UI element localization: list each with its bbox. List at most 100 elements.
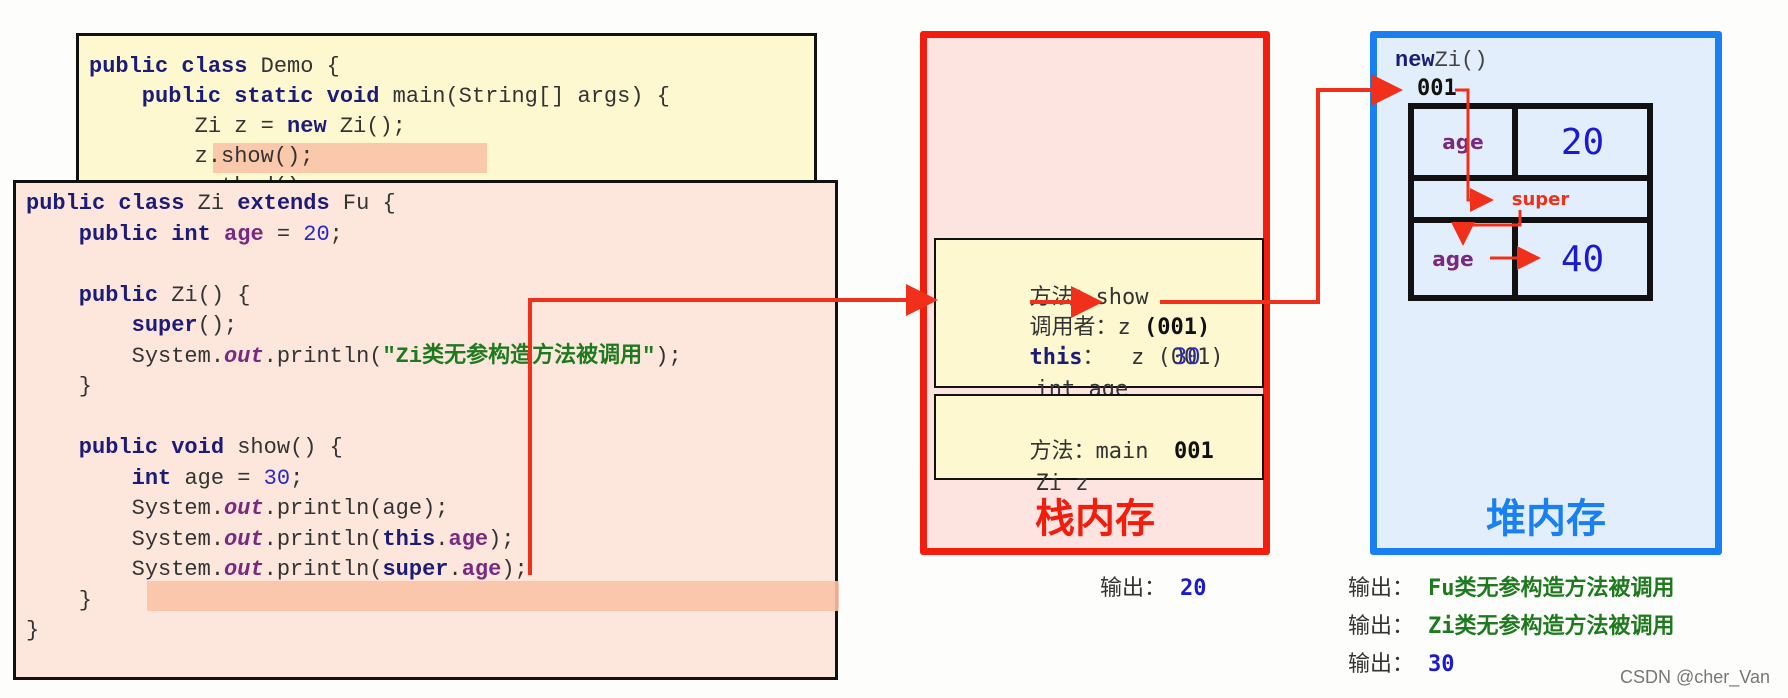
code-token: } [26, 374, 93, 399]
code-token: Zi [197, 191, 238, 216]
code-token: .println( [263, 526, 383, 552]
code-token: = [263, 221, 304, 247]
code-token: (); [197, 313, 238, 338]
code-line: Zi z = new Zi(); [89, 112, 406, 142]
method-name: main [1095, 439, 1149, 464]
code-token: } [26, 618, 40, 643]
fu-field-name-cell: age [1414, 223, 1518, 295]
heap-memory-panel: newZi() 001 age 20 super age 40 堆内存 [1370, 31, 1722, 555]
output-line: 输出： Zi类无参构造方法被调用 [1348, 610, 1675, 644]
code-token: ; [290, 465, 304, 491]
super-region-cell: super [1414, 181, 1647, 217]
code-line: } [26, 586, 92, 616]
code-token: } [26, 587, 93, 613]
code-line: public class Zi extends Fu { [26, 189, 396, 219]
code-token: public static void [89, 84, 393, 109]
code-token: out [224, 526, 264, 552]
code-token: super [382, 557, 449, 582]
output-label: 输出： [1348, 576, 1428, 601]
output-line: 输出： 20 [1100, 572, 1207, 606]
super-label: super [1511, 188, 1570, 210]
code-token: this [382, 526, 436, 552]
object-address: 001 [1417, 76, 1457, 101]
code-token: out [224, 496, 264, 521]
watermark: CSDN @cher_Van [1620, 667, 1770, 687]
code-token: Zi(); [339, 114, 406, 139]
zi-field-name-cell: age [1414, 109, 1518, 175]
code-token: . [448, 557, 462, 582]
object-header: newZi() [1395, 48, 1487, 73]
code-token: ); [501, 557, 528, 582]
code-line: System.out.println("Zi类无参构造方法被调用"); [26, 342, 682, 372]
code-token: public class [89, 54, 261, 79]
local-var-value: 001 [1174, 439, 1214, 464]
code-token: Demo { [260, 54, 340, 79]
stack-frame-show: 方法：show 调用者：z (001) this： z (001) int ag… [934, 238, 1264, 402]
code-token: System. [26, 496, 225, 521]
code-token: System. [26, 526, 225, 552]
code-token: Zi() { [171, 282, 251, 308]
code-token: age [448, 526, 489, 552]
zi-age-value: 20 [1560, 121, 1605, 163]
code-line: int age = 30; [26, 464, 304, 494]
code-line: public void show() { [26, 433, 343, 463]
code-token: .println( [263, 343, 383, 369]
stack-memory-panel: 方法：show 调用者：z (001) this： z (001) int ag… [920, 31, 1270, 555]
code-line: public Zi() { [26, 281, 251, 311]
output-value: 30 [1428, 652, 1455, 677]
output-label: 输出： [1348, 614, 1428, 639]
zi-class-code-panel: public class Zi extends Fu { public int … [13, 180, 839, 680]
output-line: 输出： Fu类无参构造方法被调用 [1348, 572, 1675, 606]
code-token: extends [237, 191, 343, 216]
output-value: 20 [1180, 576, 1207, 601]
code-token: public void [26, 435, 238, 460]
code-token: System. [26, 343, 225, 369]
code-token: main(String[] args) { [392, 84, 670, 109]
code-token: 20 [303, 221, 330, 247]
constructor-call: Zi() [1434, 48, 1488, 73]
new-keyword: new [1395, 48, 1435, 73]
output-label: 输出： [1348, 652, 1428, 677]
heap-memory-label: 堆内存 [1486, 496, 1606, 542]
code-line: super(); [26, 311, 238, 341]
code-line: System.out.println(age); [26, 494, 449, 524]
code-token: public int [26, 221, 225, 247]
code-line: System.out.println(this.age); [26, 525, 515, 555]
code-token: . [435, 526, 449, 552]
code-token: show() { [237, 435, 343, 460]
code-token: age [224, 221, 264, 247]
fu-field-value-cell: 40 [1518, 223, 1647, 295]
code-line: System.out.println(super.age); [26, 555, 528, 585]
zi-age-field: age [1442, 130, 1484, 154]
code-token: age = [184, 465, 264, 491]
code-token: public class [26, 191, 198, 216]
code-token: new [287, 114, 340, 139]
code-line: public static void main(String[] args) { [89, 82, 670, 112]
code-token: int [26, 465, 185, 491]
fu-age-value: 40 [1560, 238, 1605, 280]
code-token: ); [655, 343, 682, 369]
code-token: out [224, 557, 264, 582]
output-line: 输出： 30 [1348, 648, 1455, 682]
code-token: age [461, 557, 502, 582]
stack-memory-label: 栈内存 [1035, 496, 1155, 542]
code-token: 30 [263, 465, 291, 491]
code-token: Fu { [342, 191, 396, 216]
code-token: super [26, 313, 198, 338]
code-line: } [26, 372, 92, 402]
code-line: } [26, 616, 39, 646]
zi-field-value-cell: 20 [1518, 109, 1647, 175]
code-token: System. [26, 557, 225, 582]
code-token: ); [488, 526, 515, 552]
code-token: Zi z = [89, 114, 288, 139]
current-line-highlight [147, 581, 839, 611]
output-label: 输出： [1100, 576, 1180, 601]
code-token: ; [329, 221, 343, 247]
code-token: z.show(); [89, 144, 314, 169]
code-line: public class Demo { [89, 52, 340, 82]
output-value: Fu类无参构造方法被调用 [1428, 576, 1675, 601]
object-memory-table: age 20 super age 40 [1408, 103, 1653, 301]
output-value: Zi类无参构造方法被调用 [1428, 614, 1675, 639]
code-token: "Zi类无参构造方法被调用" [382, 343, 656, 369]
code-token: out [224, 343, 264, 369]
